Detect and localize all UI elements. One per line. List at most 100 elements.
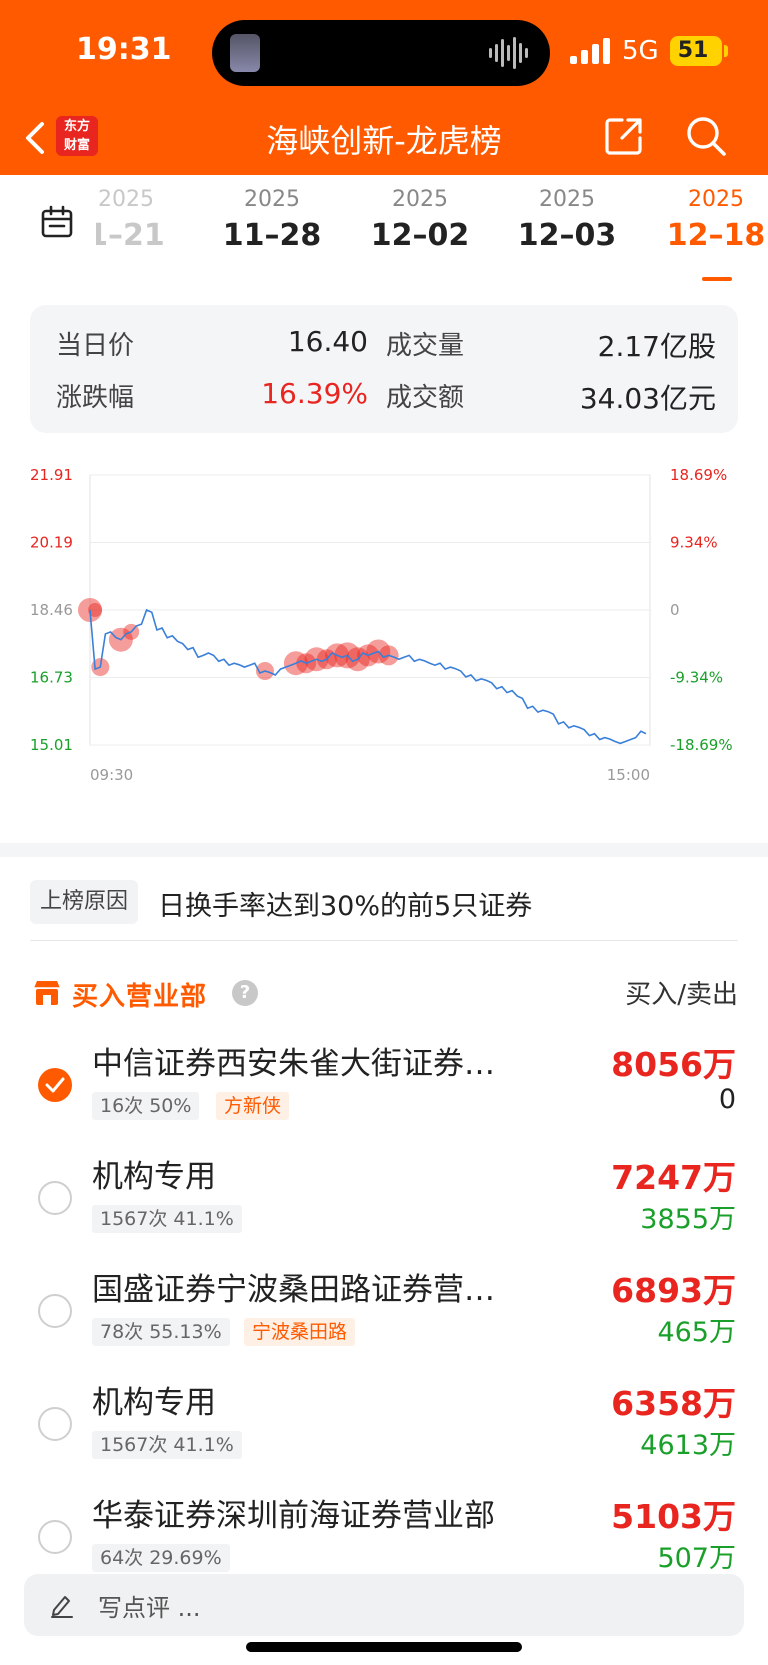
x-tick-start: 09:30: [90, 766, 133, 784]
sell-amount: 465万: [657, 1317, 736, 1348]
stats-card: 当日价 16.40 成交量 2.17亿股 涨跌幅 16.39% 成交额 34.0…: [30, 305, 738, 433]
date-selector: 2025 1–21 2025 11–28 2025 12–02 2025 12–…: [0, 175, 768, 285]
amount-value: 34.03亿元: [579, 382, 716, 415]
y-right-tick: 18.69%: [670, 466, 727, 484]
intraday-chart: 21.91 18.69% 20.19 9.34% 18.46 0 16.73 -9.34% 15…: [30, 466, 733, 784]
broker-stats: 16次 50%: [92, 1092, 200, 1120]
y-right-tick: 0: [670, 601, 680, 619]
broker-name: 中信证券西安朱雀大街证券…: [92, 1046, 495, 1082]
broker-name: 机构专用: [92, 1159, 216, 1195]
price-line: [89, 608, 647, 745]
broker-stats: 1567次 41.1%: [92, 1431, 242, 1459]
date-tab-year: 2025: [244, 187, 300, 212]
now-playing-thumbnail: [230, 34, 260, 72]
broker-tag[interactable]: 方新侠: [216, 1092, 290, 1120]
date-tab-5[interactable]: 2025 12–18: [656, 187, 768, 253]
status-time: 19:31: [76, 32, 172, 67]
y-right-tick: 9.34%: [670, 534, 718, 552]
broker-stats: 78次 55.13%: [92, 1318, 230, 1346]
change-label: 涨跌幅: [56, 383, 135, 413]
date-tab-day: 12–18: [666, 218, 766, 253]
reason-tag: 上榜原因: [30, 880, 139, 924]
network-type: 5G: [622, 36, 659, 66]
broker-stats: 64次 29.69%: [92, 1544, 230, 1572]
nav-bar: 东方 财富 海峡创新-龙虎榜: [0, 100, 768, 175]
date-tab-4[interactable]: 2025 12–03: [507, 187, 627, 253]
radio-icon[interactable]: [38, 1294, 72, 1328]
sell-amount: 4613万: [640, 1430, 736, 1461]
date-tab-year: 2025: [98, 187, 154, 212]
buy-section-header: 买入营业部 ? 买入/卖出: [30, 972, 738, 1018]
date-tab-3[interactable]: 2025 12–02: [360, 187, 480, 253]
broker-row[interactable]: 机构专用 1567次 41.1% 6358万 4613万: [0, 1377, 768, 1489]
y-left-tick: 21.91: [30, 466, 73, 484]
comment-input[interactable]: 写点评 ...: [24, 1574, 744, 1636]
date-tab-day: 12–02: [370, 218, 470, 253]
radio-icon[interactable]: [38, 1520, 72, 1554]
broker-row[interactable]: 国盛证券宁波桑田路证券营… 78次 55.13% 宁波桑田路 6893万 465…: [0, 1264, 768, 1376]
chart-ticks: 21.91 18.69% 20.19 9.34% 18.46 0 16.73 -9.34% 15…: [30, 466, 733, 784]
broker-name: 国盛证券宁波桑田路证券营…: [92, 1272, 495, 1308]
broker-row[interactable]: 机构专用 1567次 41.1% 7247万 3855万: [0, 1151, 768, 1263]
store-icon: [34, 981, 60, 1005]
section-title: 买入营业部: [72, 982, 208, 1012]
radio-icon[interactable]: [38, 1407, 72, 1441]
broker-stats: 1567次 41.1%: [92, 1205, 242, 1233]
buy-amount: 8056万: [611, 1045, 736, 1084]
date-tab-day: 12–03: [517, 218, 617, 253]
amount-label: 成交额: [386, 383, 465, 413]
broker-name: 华泰证券深圳前海证券营业部: [92, 1498, 495, 1534]
reason-text: 日换手率达到30%的前5只证券: [158, 891, 533, 922]
y-left-tick: 16.73: [30, 669, 73, 687]
radio-icon[interactable]: [38, 1181, 72, 1215]
date-tabs: 2025 1–21 2025 11–28 2025 12–02 2025 12–…: [96, 187, 768, 277]
search-icon[interactable]: [684, 114, 728, 158]
calendar-icon[interactable]: [40, 205, 74, 239]
buy-amount: 5103万: [611, 1497, 736, 1536]
help-icon[interactable]: ?: [232, 980, 258, 1006]
broker-tag[interactable]: 宁波桑田路: [244, 1318, 356, 1346]
reason-row: 上榜原因 日换手率达到30%的前5只证券: [30, 878, 738, 940]
buy-sell-header: 买入/卖出: [625, 980, 738, 1010]
share-icon[interactable]: [604, 116, 644, 156]
date-tab-2[interactable]: 2025 11–28: [212, 187, 332, 253]
cellular-signal-icon: [570, 38, 610, 64]
broker-name: 机构专用: [92, 1385, 216, 1421]
y-left-tick: 18.46: [30, 601, 73, 619]
price-value: 16.40: [287, 325, 368, 358]
comment-placeholder: 写点评 ...: [98, 1594, 201, 1622]
audio-wave-icon: [489, 37, 528, 69]
home-indicator: [246, 1642, 522, 1652]
battery-level: 51: [677, 38, 709, 63]
status-bar: 19:31 5G 51: [0, 0, 768, 100]
section-divider: [0, 843, 768, 857]
broker-row[interactable]: 中信证券西安朱雀大街证券… 16次 50% 方新侠 8056万 0: [0, 1038, 768, 1150]
dynamic-island: [212, 20, 550, 86]
buy-amount: 6893万: [611, 1271, 736, 1310]
date-tab-year: 2025: [392, 187, 448, 212]
sell-amount: 507万: [657, 1543, 736, 1574]
price-label: 当日价: [56, 331, 135, 361]
chart-grid: [89, 474, 651, 746]
volume-label: 成交量: [386, 331, 465, 361]
date-tab-1[interactable]: 2025 1–21: [96, 187, 186, 253]
pen-icon: [51, 1596, 73, 1618]
active-tab-indicator: [702, 277, 732, 281]
y-right-tick: -9.34%: [670, 669, 723, 687]
date-tab-day: 1–21: [96, 218, 165, 253]
divider-line: [30, 940, 738, 941]
date-tab-year: 2025: [539, 187, 595, 212]
date-tab-day: 11–28: [222, 218, 322, 253]
x-tick-end: 15:00: [607, 766, 650, 784]
change-value: 16.39%: [261, 377, 368, 410]
page-title: 海峡创新-龙虎榜: [266, 122, 502, 160]
date-tab-year: 2025: [688, 187, 744, 212]
buy-amount: 6358万: [611, 1384, 736, 1423]
radio-checked-icon[interactable]: [38, 1068, 72, 1102]
sell-amount: 3855万: [640, 1204, 736, 1235]
y-right-tick: -18.69%: [670, 736, 733, 754]
battery-icon: 51: [670, 36, 722, 66]
sell-amount: 0: [718, 1084, 736, 1115]
volume-value: 2.17亿股: [597, 330, 716, 363]
battery-tip: [724, 45, 728, 57]
